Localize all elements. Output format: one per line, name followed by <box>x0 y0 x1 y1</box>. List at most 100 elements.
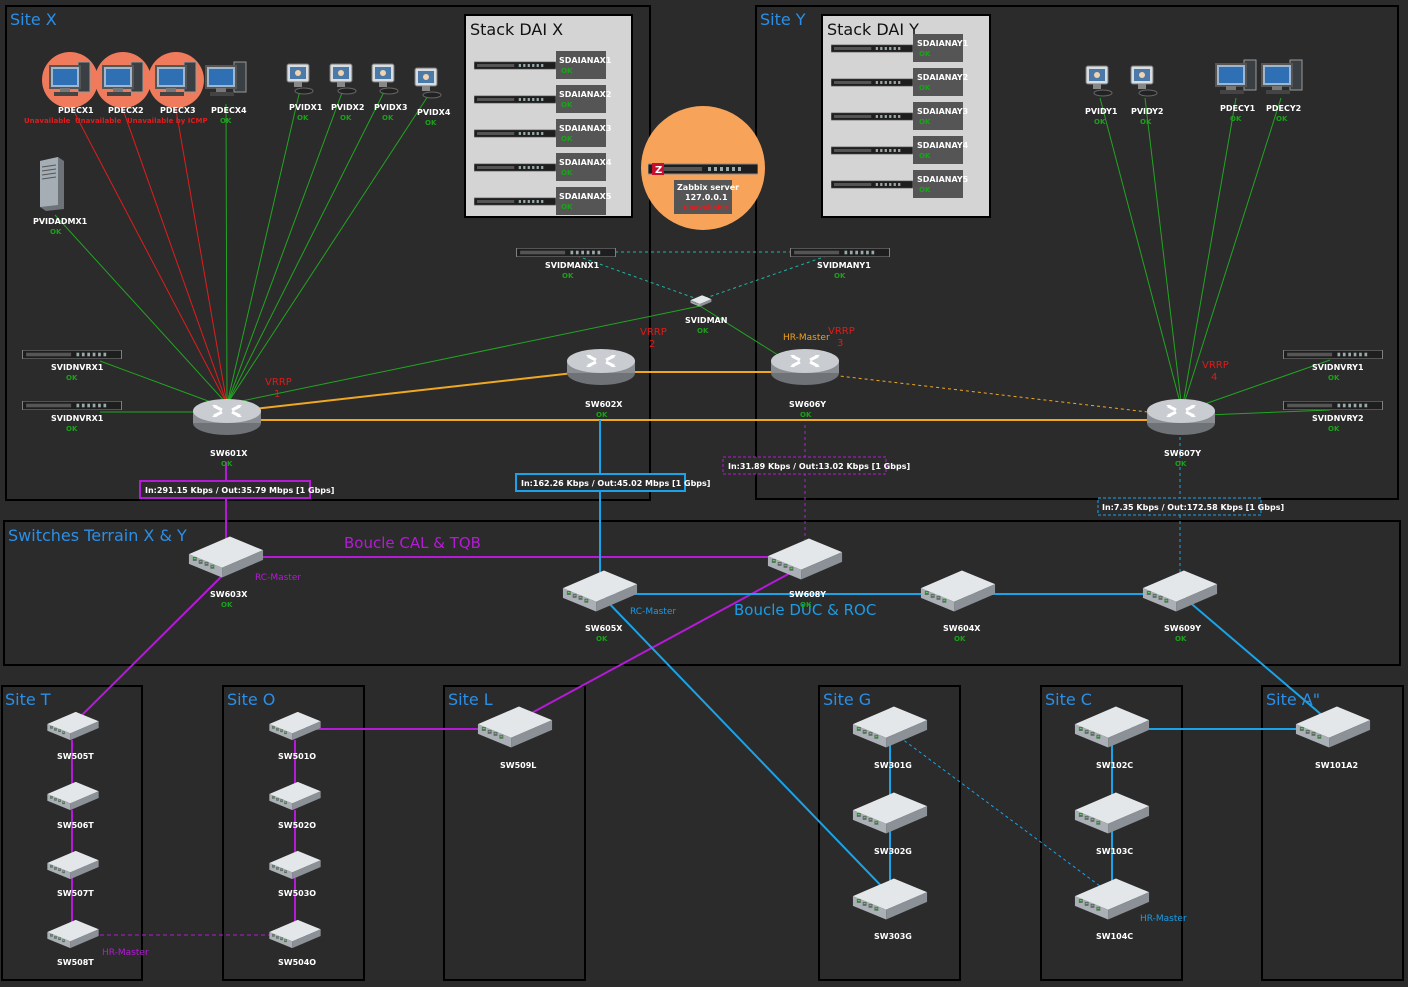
sw607y-status: OK <box>1175 460 1187 468</box>
sw601x-router-icon[interactable] <box>192 397 262 437</box>
pdecx3-label: PDECX3 <box>160 106 196 115</box>
pdecy2-label: PDECY2 <box>1266 104 1301 113</box>
sdaianay1-rack-icon[interactable] <box>831 44 913 53</box>
vrrp2-number: 2 <box>649 339 655 350</box>
sw603x-label: SW603X <box>210 590 248 599</box>
sw605x-status: OK <box>596 635 608 643</box>
pvidadmx1-label: PVIDADMX1 <box>33 217 88 226</box>
svidnvry1-label: SVIDNVRY1 <box>1312 363 1364 372</box>
sdaianay5-status: OK <box>919 186 931 194</box>
sdaianax1-rack-icon[interactable] <box>474 61 556 70</box>
site-g-title: Site G <box>823 690 871 709</box>
sw104c-label: SW104C <box>1096 932 1133 941</box>
zabbix-status: Unavailable <box>683 204 730 212</box>
pdecy1-status: OK <box>1230 115 1242 123</box>
sdaianax4-rack-icon[interactable] <box>474 163 556 172</box>
sdaianax2-rack-icon[interactable] <box>474 95 556 104</box>
sw606y-bandwidth: In:31.89 Kbps / Out:13.02 Kbps [1 Gbps] <box>728 462 910 471</box>
sw607y-bandwidth: In:7.35 Kbps / Out:172.58 Kbps [1 Gbps] <box>1102 503 1284 512</box>
sdaianax3-label: SDAIANAX3 <box>559 124 611 133</box>
pvidadmx1-server-icon[interactable] <box>39 156 65 211</box>
sdaianax2-label: SDAIANAX2 <box>559 90 611 99</box>
sw608y-label: SW608Y <box>789 590 826 599</box>
sdaianay2-label: SDAIANAY2 <box>917 73 968 82</box>
vrrp1-number: 1 <box>274 389 280 400</box>
sw601x-label: SW601X <box>210 449 248 458</box>
sdaianax5-rack-icon[interactable] <box>474 197 556 206</box>
sw609y-label: SW609Y <box>1164 624 1201 633</box>
sw104c-hr-master: HR-Master <box>1140 914 1187 924</box>
sw609y-status: OK <box>1175 635 1187 643</box>
sw606y-hr-master: HR-Master <box>783 333 830 343</box>
sw602x-label: SW602X <box>585 400 623 409</box>
sw507t-label: SW507T <box>57 889 94 898</box>
sdaianay3-status: OK <box>919 118 931 126</box>
sdaianay3-label: SDAIANAY3 <box>917 107 968 116</box>
sdaianax5-status: OK <box>561 203 573 211</box>
sw102c-label: SW102C <box>1096 761 1133 770</box>
pvidy2-status: OK <box>1140 118 1152 126</box>
vrrp1-label: VRRP <box>265 377 292 388</box>
vrrp3-label: VRRP <box>828 326 855 337</box>
sdaianax3-rack-icon[interactable] <box>474 129 556 138</box>
sdaianax3-status: OK <box>561 135 573 143</box>
pdecx2-label: PDECX2 <box>108 106 144 115</box>
site-t-title: Site T <box>5 690 51 709</box>
svidmany1-rack-icon[interactable] <box>790 248 890 257</box>
sw601x-bandwidth: In:291.15 Kbps / Out:35.79 Mbps [1 Gbps] <box>145 486 334 495</box>
svidnvry2-label: SVIDNVRY2 <box>1312 414 1364 423</box>
vrrp3-number: 3 <box>837 338 843 349</box>
svidnvrx1a-rack-icon[interactable] <box>22 350 122 359</box>
sdaianay5-rack-icon[interactable] <box>831 180 913 189</box>
sdaianay3-rack-icon[interactable] <box>831 112 913 121</box>
svidman-label: SVIDMAN <box>685 316 727 325</box>
sw504o-label: SW504O <box>278 958 316 967</box>
terrain-title: Switches Terrain X & Y <box>8 526 187 545</box>
svidnvrx1b-label: SVIDNVRX1 <box>51 414 104 423</box>
pvidy2-label: PVIDY2 <box>1131 107 1163 116</box>
svidnvry2-rack-icon[interactable] <box>1283 401 1383 410</box>
sw605x-label: SW605X <box>585 624 623 633</box>
sw602x-status: OK <box>596 411 608 419</box>
sdaianax5-label: SDAIANAX5 <box>559 192 612 201</box>
sdaianay4-label: SDAIANAY4 <box>917 141 969 150</box>
stack-x-panel <box>464 14 633 218</box>
sw502o-label: SW502O <box>278 821 316 830</box>
sw508t-hr-master: HR-Master <box>102 948 149 958</box>
sw603x-status: OK <box>221 601 233 609</box>
site-l-title: Site L <box>448 690 493 709</box>
sw607y-label: SW607Y <box>1164 449 1201 458</box>
vrrp2-label: VRRP <box>640 327 667 338</box>
pdecx4-status: OK <box>220 117 232 125</box>
svidnvry1-rack-icon[interactable] <box>1283 350 1383 359</box>
pvidy1-label: PVIDY1 <box>1085 107 1118 116</box>
pvidy1-status: OK <box>1094 118 1106 126</box>
stack-y-title: Stack DAI Y <box>827 20 919 39</box>
sw303g-label: SW303G <box>874 932 912 941</box>
sdaianay2-rack-icon[interactable] <box>831 78 913 87</box>
pvidx3-label: PVIDX3 <box>374 103 407 112</box>
stack-x-title: Stack DAI X <box>470 20 563 39</box>
sdaianax4-label: SDAIANAX4 <box>559 158 612 167</box>
zabbix-ip: 127.0.0.1 <box>685 193 728 202</box>
sdaianax1-status: OK <box>561 67 573 75</box>
sw604x-label: SW604X <box>943 624 981 633</box>
sw605x-rc-master: RC-Master <box>630 607 676 617</box>
zabbix-server[interactable]: Z Zabbix server 127.0.0.1 Unavailable <box>641 106 765 230</box>
sw501o-label: SW501O <box>278 752 316 761</box>
site-o-title: Site O <box>227 690 275 709</box>
svidnvrx1b-rack-icon[interactable] <box>22 401 122 410</box>
svidmanx1-status: OK <box>562 272 574 280</box>
sw607y-router-icon[interactable] <box>1146 397 1216 437</box>
zabbix-name: Zabbix server <box>677 183 739 192</box>
sw606y-status: OK <box>800 411 812 419</box>
vrrp4-label: VRRP <box>1202 360 1229 371</box>
sw606y-router-icon[interactable] <box>770 347 840 387</box>
zabbix-rack-icon <box>648 163 758 175</box>
sdaianay4-rack-icon[interactable] <box>831 146 913 155</box>
svidman-switch-icon[interactable] <box>690 295 712 307</box>
svidmanx1-rack-icon[interactable] <box>516 248 616 257</box>
sw508t-label: SW508T <box>57 958 94 967</box>
pdecx2-status: Unavailable <box>75 117 122 125</box>
sw602x-router-icon[interactable] <box>566 347 636 387</box>
